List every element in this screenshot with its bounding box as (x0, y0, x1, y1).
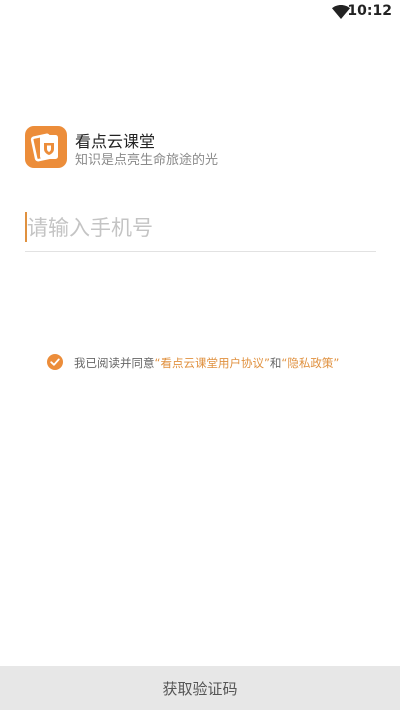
agreement-conjunction: 和 (269, 356, 282, 370)
app-logo-icon (25, 126, 67, 168)
phone-field (25, 207, 376, 252)
get-verification-code-button[interactable]: 获取验证码 (0, 666, 400, 710)
agreement-prefix: 我已阅读并同意 (74, 356, 155, 370)
user-agreement-link[interactable]: “看点云课堂用户协议” (155, 356, 270, 370)
privacy-policy-link[interactable]: “隐私政策” (281, 356, 339, 370)
agreement-text: 我已阅读并同意“看点云课堂用户协议”和“隐私政策” (74, 355, 339, 371)
agreement-checkbox[interactable] (47, 354, 63, 370)
phone-input[interactable] (25, 209, 372, 247)
status-bar: 10:12 (0, 0, 400, 24)
status-time: 10:12 (347, 3, 392, 19)
text-caret (25, 212, 27, 242)
app-slogan: 知识是点亮生命旅途的光 (75, 153, 219, 168)
check-icon (50, 358, 60, 366)
